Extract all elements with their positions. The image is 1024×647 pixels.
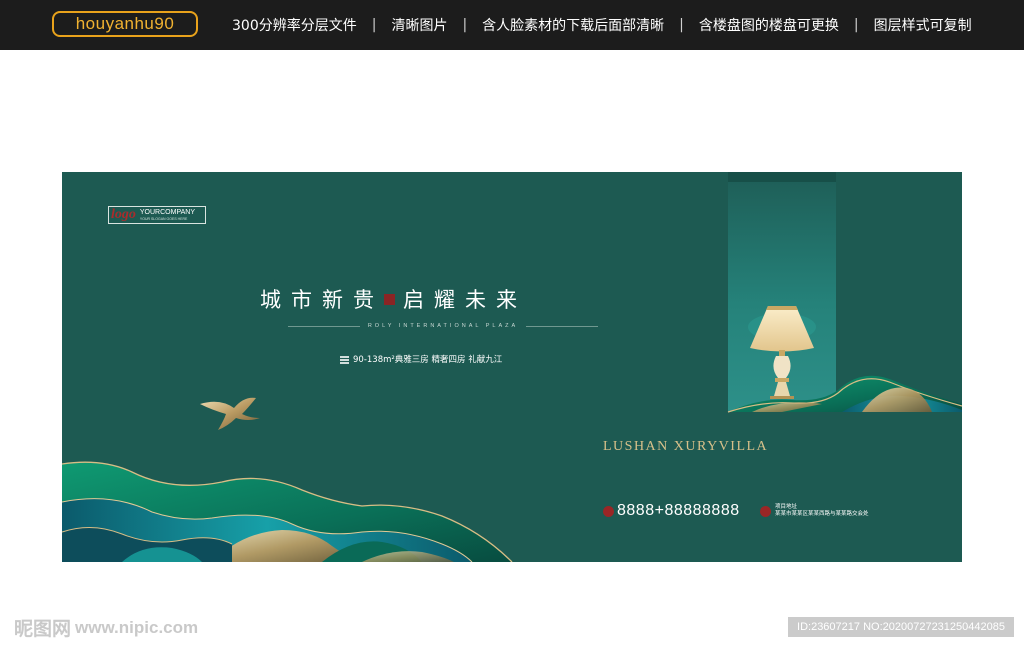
headline-right: 启耀未来: [403, 288, 527, 312]
site-url: www.nipic.com: [75, 617, 199, 637]
feature-list: 300分辨率分层文件 | 清晰图片 | 含人脸素材的下载后面部清晰 | 含楼盘图…: [232, 0, 1004, 50]
tagline-mark-icon: [340, 355, 349, 364]
seal-icon: [384, 293, 395, 305]
logo-text: YOURCOMPANY YOUR SLOGAN GOES HERE: [140, 209, 195, 221]
company-logo: logo YOURCOMPANY YOUR SLOGAN GOES HERE: [108, 206, 206, 224]
feature-item: 清晰图片: [391, 18, 448, 34]
feature-separator: |: [853, 17, 859, 33]
phone-number: 8888+88888888: [617, 502, 740, 519]
feature-item: 300分辨率分层文件: [232, 18, 357, 34]
feature-separator: |: [679, 17, 684, 33]
phone-icon: [603, 505, 614, 517]
hotline: 8888+88888888: [603, 502, 740, 520]
company-slogan: YOUR SLOGAN GOES HERE: [139, 217, 188, 221]
address-value: 某某市某某区某某西路与某某路交会处: [775, 511, 869, 517]
project-english-name: LUSHAN XURYVILLA: [603, 439, 769, 454]
real-estate-banner: logo YOURCOMPANY YOUR SLOGAN GOES HERE 城…: [62, 172, 962, 562]
location-pin-icon: [760, 505, 771, 517]
top-bar: houyanhu90 300分辨率分层文件 | 清晰图片 | 含人脸素材的下载后…: [0, 0, 1024, 50]
divider-line: [526, 325, 598, 327]
address-label: 项目地址: [775, 504, 798, 510]
feature-item: 含人脸素材的下载后面部清晰: [482, 18, 665, 34]
divider-line: [288, 325, 360, 327]
english-subtitle: ROLY INTERNATIONAL PLAZA: [288, 321, 598, 331]
tagline-text: 90-138m²典雅三房 精奢四房 礼献九江: [353, 355, 503, 365]
bird-illustration: [200, 397, 260, 430]
headline-left: 城市新贵: [260, 288, 384, 312]
wave-mountains-right: [727, 375, 962, 413]
lamp-illustration: [748, 306, 816, 399]
site-watermark: 昵图网 www.nipic.com: [14, 614, 198, 641]
feature-item: 图层样式可复制: [873, 18, 972, 34]
logo-mark: logo: [111, 207, 136, 222]
tagline: 90-138m²典雅三房 精奢四房 礼献九江: [340, 353, 502, 365]
company-name: YOURCOMPANY: [139, 209, 195, 216]
project-address: 项目地址 某某市某某区某某西路与某某路交会处: [760, 504, 869, 518]
wave-mountains-left: [62, 461, 513, 562]
english-subtitle-text: ROLY INTERNATIONAL PLAZA: [367, 323, 519, 329]
feature-separator: |: [462, 17, 468, 33]
feature-item: 含楼盘图的楼盘可更换: [698, 18, 839, 34]
headline: 城市新贵 启耀未来: [260, 282, 527, 316]
feature-separator: |: [371, 17, 377, 33]
site-name: 昵图网: [14, 618, 72, 640]
address-text: 项目地址 某某市某某区某某西路与某某路交会处: [775, 504, 869, 518]
image-id-watermark: ID:23607217 NO:20200727231250442085: [788, 617, 1014, 637]
author-badge[interactable]: houyanhu90: [52, 11, 198, 37]
